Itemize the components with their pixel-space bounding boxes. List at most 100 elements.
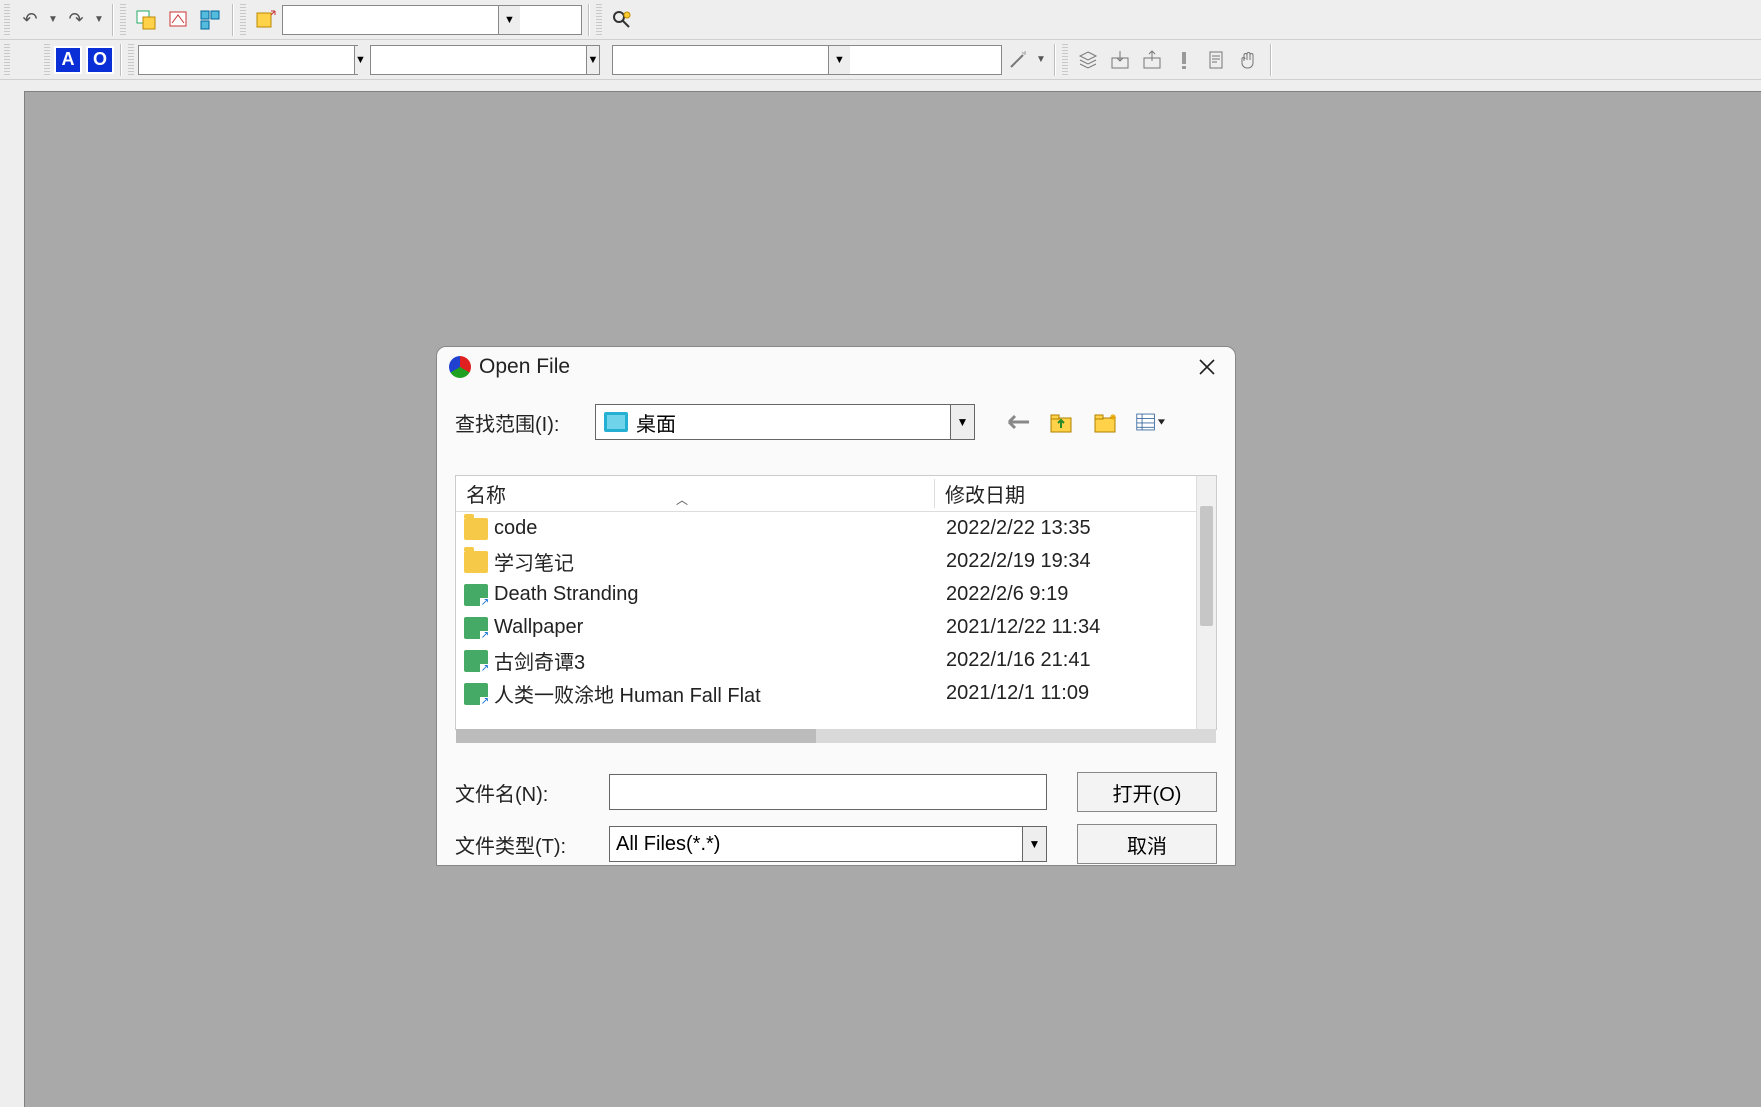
vertical-scrollbar[interactable]: [1196, 476, 1216, 729]
file-date: 2022/1/16 21:41: [936, 649, 1196, 672]
desktop-icon: [604, 412, 628, 432]
file-row[interactable]: 学习笔记2022/2/19 19:34: [456, 545, 1196, 578]
file-date: 2022/2/22 13:35: [936, 517, 1196, 540]
lookin-value: 桌面: [636, 408, 950, 437]
toolbar-grip[interactable]: [240, 4, 246, 36]
open-button[interactable]: 打开(O): [1077, 772, 1217, 812]
column-name[interactable]: 名称 ︿: [456, 479, 934, 508]
badge-o[interactable]: O: [86, 46, 114, 74]
separator: [1270, 44, 1272, 76]
toolbar-grip[interactable]: [4, 4, 10, 36]
redo-button[interactable]: ↷: [60, 4, 92, 36]
layers-icon[interactable]: [1072, 44, 1104, 76]
toolbar-grip[interactable]: [44, 44, 50, 76]
column-name-label: 名称: [466, 485, 506, 507]
shortcut-icon: [464, 650, 488, 672]
file-name: 学习笔记: [494, 547, 936, 576]
undo-dropdown[interactable]: ▼: [46, 14, 60, 25]
combo-c-input[interactable]: [613, 46, 828, 74]
redo-dropdown[interactable]: ▼: [92, 14, 106, 25]
combo-a-input[interactable]: [139, 46, 354, 74]
badge-a[interactable]: A: [54, 46, 82, 74]
import-icon[interactable]: [1104, 44, 1136, 76]
dialog-titlebar[interactable]: Open File: [437, 347, 1235, 387]
filetype-value: All Files(*.*): [610, 833, 1022, 856]
filetype-combo[interactable]: All Files(*.*) ▼: [609, 826, 1047, 862]
file-name: code: [494, 517, 936, 540]
app-icon: [449, 356, 471, 378]
main-combo[interactable]: ▼: [282, 5, 582, 35]
toolbar-grip[interactable]: [1062, 44, 1068, 76]
wand-button[interactable]: [1002, 44, 1034, 76]
new-folder-icon[interactable]: [1091, 408, 1121, 436]
export-icon[interactable]: [1136, 44, 1168, 76]
file-date: 2022/2/6 9:19: [936, 583, 1196, 606]
file-row[interactable]: code2022/2/22 13:35: [456, 512, 1196, 545]
toolbar-row-2: A O ▼ ▼ ▼ ▼: [0, 40, 1761, 80]
view-menu-icon[interactable]: [1135, 408, 1165, 436]
tool-button-4[interactable]: [250, 4, 282, 36]
toolbar-grip[interactable]: [596, 4, 602, 36]
file-date: 2021/12/1 11:09: [936, 682, 1196, 705]
undo-button[interactable]: ↶: [14, 4, 46, 36]
separator: [588, 4, 590, 36]
find-button[interactable]: [606, 4, 638, 36]
shortcut-icon: [464, 617, 488, 639]
back-icon[interactable]: [1003, 408, 1033, 436]
file-list: 名称 ︿ 修改日期 code2022/2/22 13:35学习笔记2022/2/…: [455, 475, 1217, 730]
filename-label: 文件名(N):: [455, 778, 595, 807]
close-button[interactable]: [1187, 349, 1227, 385]
dialog-title: Open File: [479, 355, 570, 379]
file-name: 人类一败涂地 Human Fall Flat: [494, 679, 936, 708]
filetype-label: 文件类型(T):: [455, 830, 595, 859]
file-date: 2021/12/22 11:34: [936, 616, 1196, 639]
combo-b-caret[interactable]: ▼: [586, 46, 599, 74]
main-combo-input[interactable]: [283, 6, 498, 34]
combo-a-caret[interactable]: ▼: [354, 46, 366, 74]
tool-button-3[interactable]: [194, 4, 226, 36]
file-name: 古剑奇谭3: [494, 646, 936, 675]
shortcut-icon: [464, 584, 488, 606]
separator: [1054, 44, 1056, 76]
combo-c[interactable]: ▼: [612, 45, 1002, 75]
lookin-combo[interactable]: 桌面 ▼: [595, 404, 975, 440]
tool-button-2[interactable]: [162, 4, 194, 36]
scrollbar-thumb[interactable]: [1200, 506, 1213, 626]
document-icon[interactable]: [1200, 44, 1232, 76]
open-file-dialog: Open File 查找范围(I): 桌面 ▼: [436, 346, 1236, 866]
toolbar-grip[interactable]: [120, 4, 126, 36]
file-row[interactable]: 古剑奇谭32022/1/16 21:41: [456, 644, 1196, 677]
file-row[interactable]: Wallpaper2021/12/22 11:34: [456, 611, 1196, 644]
hand-icon[interactable]: [1232, 44, 1264, 76]
combo-a[interactable]: ▼: [138, 45, 358, 75]
horizontal-scrollbar[interactable]: [456, 729, 1216, 743]
main-combo-caret[interactable]: ▼: [498, 6, 520, 34]
toolbar-grip[interactable]: [4, 44, 10, 76]
folder-icon: [464, 551, 488, 573]
filename-input[interactable]: [609, 774, 1047, 810]
cancel-button[interactable]: 取消: [1077, 824, 1217, 864]
file-date: 2022/2/19 19:34: [936, 550, 1196, 573]
wand-dropdown[interactable]: ▼: [1034, 54, 1048, 65]
tool-button-1[interactable]: [130, 4, 162, 36]
column-headers[interactable]: 名称 ︿ 修改日期: [456, 476, 1196, 512]
up-folder-icon[interactable]: [1047, 408, 1077, 436]
sort-caret-icon: ︿: [676, 491, 688, 508]
combo-b[interactable]: ▼: [370, 45, 600, 75]
column-date[interactable]: 修改日期: [934, 479, 1196, 508]
shortcut-icon: [464, 683, 488, 705]
separator: [232, 4, 234, 36]
file-name: Wallpaper: [494, 616, 936, 639]
lookin-caret[interactable]: ▼: [950, 405, 974, 439]
file-row[interactable]: 人类一败涂地 Human Fall Flat2021/12/1 11:09: [456, 677, 1196, 710]
filetype-caret[interactable]: ▼: [1022, 827, 1046, 861]
separator: [120, 44, 122, 76]
combo-b-input[interactable]: [371, 46, 586, 74]
separator: [112, 4, 114, 36]
toolbar-row-1: ↶ ▼ ↷ ▼ ▼: [0, 0, 1761, 40]
file-row[interactable]: Death Stranding2022/2/6 9:19: [456, 578, 1196, 611]
combo-c-caret[interactable]: ▼: [828, 46, 850, 74]
toolbar-grip[interactable]: [128, 44, 134, 76]
hscroll-thumb[interactable]: [456, 729, 816, 743]
alert-icon[interactable]: [1168, 44, 1200, 76]
